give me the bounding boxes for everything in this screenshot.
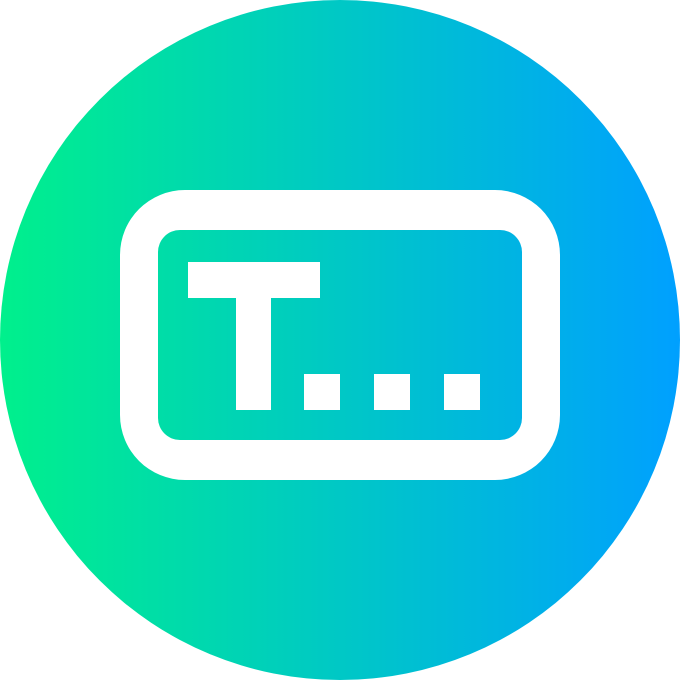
background-circle <box>0 0 680 680</box>
text-input-field-icon <box>0 0 680 680</box>
icon-canvas <box>0 0 680 680</box>
ellipsis-dot-2 <box>374 374 410 410</box>
ellipsis-dot-3 <box>444 374 480 410</box>
ellipsis-dot-1 <box>304 374 340 410</box>
